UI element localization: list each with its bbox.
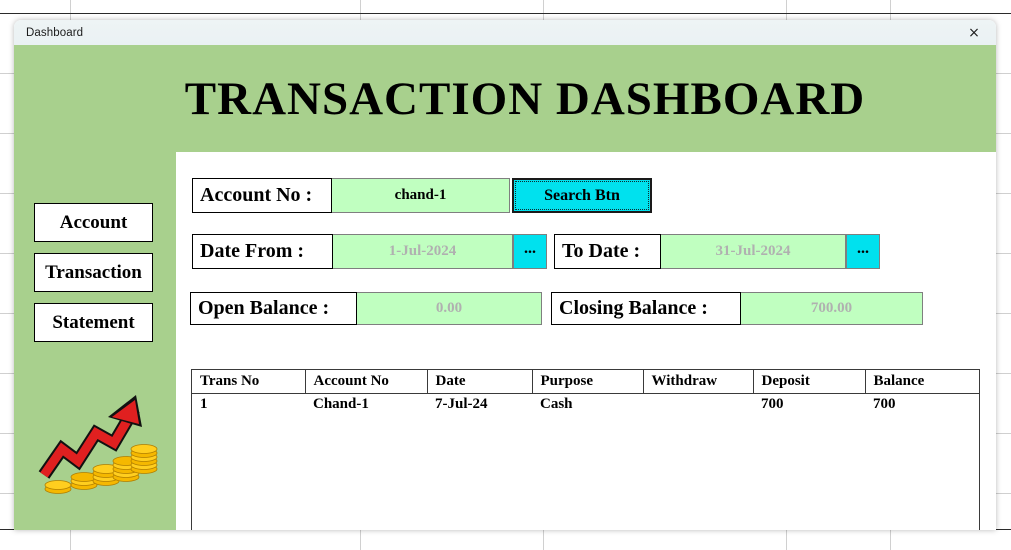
cell-account-no: Chand-1 — [313, 396, 369, 412]
transactions-table: Trans No Account No Date Purpose Withdra… — [192, 370, 979, 415]
table-row[interactable]: 1 Chand-1 7-Jul-24 Cash 700 700 — [192, 394, 979, 416]
column-header-trans-no[interactable]: Trans No — [192, 370, 306, 394]
column-header-deposit[interactable]: Deposit — [753, 370, 866, 394]
cell-date: 7-Jul-24 — [435, 396, 488, 412]
date-from-label: Date From : — [192, 234, 333, 269]
sidebar-item-label: Statement — [52, 311, 135, 333]
cell-deposit: 700 — [761, 396, 784, 412]
cell-purpose: Cash — [540, 396, 573, 412]
cell-withdraw — [643, 394, 753, 416]
closing-balance-row: Closing Balance : 700.00 — [551, 292, 923, 325]
cell-balance: 700 — [873, 396, 896, 412]
search-button[interactable]: Search Btn — [512, 178, 652, 213]
page-title: TRANSACTION DASHBOARD — [184, 72, 866, 125]
sidebar-item-label: Account — [59, 211, 128, 233]
table-header-row: Trans No Account No Date Purpose Withdra… — [192, 370, 979, 394]
date-from-picker-button[interactable]: ... — [513, 234, 547, 269]
to-date-row: To Date : 31-Jul-2024 ... — [554, 234, 880, 269]
column-header-date[interactable]: Date — [427, 370, 533, 394]
date-from-input[interactable]: 1-Jul-2024 — [333, 234, 513, 269]
column-header-balance[interactable]: Balance — [865, 370, 979, 394]
transactions-table-container: Trans No Account No Date Purpose Withdra… — [191, 369, 980, 530]
window-body: TRANSACTION DASHBOARD Account Transactio… — [14, 45, 996, 530]
sidebar: Account Transaction Statement — [14, 152, 176, 530]
account-no-input[interactable]: chand-1 — [332, 178, 510, 213]
dashboard-window: Dashboard × TRANSACTION DASHBOARD Accoun… — [14, 20, 996, 530]
to-date-picker-button[interactable]: ... — [846, 234, 880, 269]
sidebar-item-label: Transaction — [45, 261, 142, 283]
grid-line — [0, 13, 1011, 14]
open-balance-label: Open Balance : — [190, 292, 357, 325]
account-no-row: Account No : chand-1 Search Btn — [192, 178, 652, 213]
closing-balance-value: 700.00 — [741, 292, 923, 325]
column-header-purpose[interactable]: Purpose — [532, 370, 644, 394]
closing-balance-label: Closing Balance : — [551, 292, 741, 325]
date-from-row: Date From : 1-Jul-2024 ... — [192, 234, 547, 269]
cell-trans-no: 1 — [200, 396, 208, 412]
column-header-withdraw[interactable]: Withdraw — [643, 370, 754, 394]
close-icon[interactable]: × — [952, 20, 996, 45]
window-title: Dashboard — [26, 26, 84, 39]
column-header-account-no[interactable]: Account No — [305, 370, 428, 394]
header-banner: TRANSACTION DASHBOARD — [14, 45, 996, 152]
growth-chart-coins-icon — [38, 395, 158, 494]
sidebar-item-transaction[interactable]: Transaction — [34, 253, 153, 292]
to-date-label: To Date : — [554, 234, 661, 269]
sidebar-item-account[interactable]: Account — [34, 203, 153, 242]
open-balance-row: Open Balance : 0.00 — [190, 292, 542, 325]
to-date-input[interactable]: 31-Jul-2024 — [661, 234, 846, 269]
open-balance-value: 0.00 — [357, 292, 542, 325]
window-title-bar: Dashboard × — [14, 20, 996, 46]
account-no-label: Account No : — [192, 178, 332, 213]
sidebar-item-statement[interactable]: Statement — [34, 303, 153, 342]
content-area: Account No : chand-1 Search Btn Date Fro… — [176, 152, 996, 530]
